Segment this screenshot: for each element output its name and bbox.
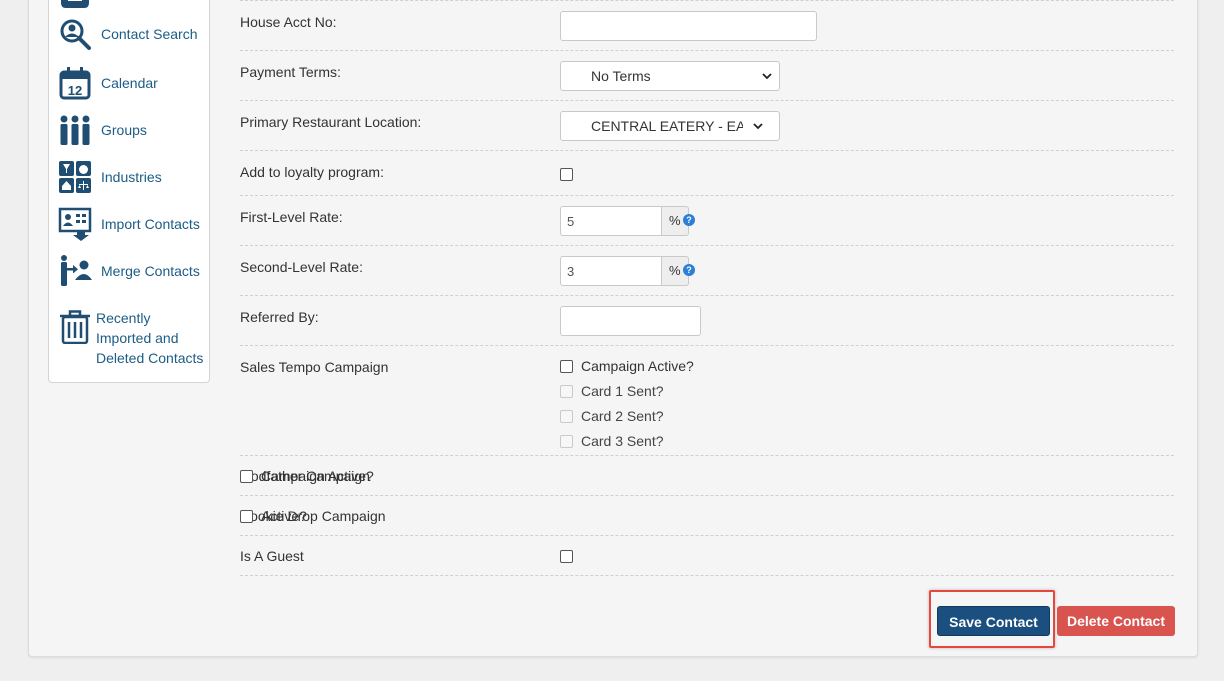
guest-label: Is A Guest — [240, 548, 304, 564]
loyalty-checkbox[interactable] — [560, 168, 573, 181]
chevron-down-icon — [761, 62, 773, 90]
sidebar-item-label: Industries — [101, 169, 162, 185]
payment-terms-value: No Terms — [591, 68, 651, 84]
second-level-rate-group: % ? — [560, 256, 695, 286]
form-row-payment-terms: Payment Terms: No Terms — [240, 51, 1174, 101]
second-level-rate-label: Second-Level Rate: — [240, 259, 363, 275]
sales-tempo-card1-sent: Card 1 Sent? — [560, 383, 664, 399]
option-label: Card 2 Sent? — [581, 408, 664, 424]
label-line: Deleted Contacts — [96, 350, 204, 366]
primary-location-label: Primary Restaurant Location: — [240, 114, 422, 130]
form-row-second-level-rate: Second-Level Rate: % ? — [240, 246, 1174, 296]
sidebar: Contact Search 12 Calendar Groups Indust… — [48, 0, 210, 383]
form-row-guest: Is A Guest — [240, 536, 1174, 576]
first-level-rate-label: First-Level Rate: — [240, 209, 343, 225]
label-line: Recently — [96, 310, 151, 326]
calendar-icon: 12 — [58, 66, 92, 100]
sidebar-item-label: Calendar — [101, 75, 158, 91]
sidebar-item-groups[interactable]: Groups — [58, 113, 147, 147]
sales-tempo-label: Sales Tempo Campaign — [240, 359, 389, 375]
house-acct-input[interactable] — [560, 11, 817, 41]
chevron-down-icon — [743, 112, 773, 140]
sidebar-item-contact-search[interactable]: Contact Search — [58, 17, 198, 51]
checkbox-disabled — [560, 434, 573, 448]
option-label: Campaign Active? — [581, 358, 694, 374]
option-label: Card 1 Sent? — [581, 383, 664, 399]
help-icon[interactable]: ? — [683, 264, 695, 276]
checkbox-disabled — [560, 409, 573, 423]
sidebar-item-label: Import Contacts — [101, 216, 200, 232]
group-people-icon — [58, 113, 92, 147]
checkbox[interactable] — [560, 359, 573, 373]
sidebar-item-calendar[interactable]: 12 Calendar — [58, 66, 158, 100]
form-row-sales-tempo: Sales Tempo Campaign Campaign Active? Ca… — [240, 346, 1174, 456]
form-row-cookie-drop: Cookie Drop Campaign Active? — [240, 496, 1174, 536]
import-contacts-icon — [58, 207, 92, 241]
industries-icon — [58, 160, 92, 194]
sales-tempo-card2-sent: Card 2 Sent? — [560, 408, 664, 424]
godfather-campaign-active[interactable]: Campaign Active? — [240, 468, 374, 484]
house-acct-label: House Acct No: — [240, 14, 337, 30]
primary-location-select[interactable]: CENTRAL EATERY - EAST — [560, 111, 780, 141]
loyalty-label: Add to loyalty program: — [240, 164, 384, 180]
guest-checkbox[interactable] — [560, 550, 573, 563]
delete-contact-button[interactable]: Delete Contact — [1057, 606, 1175, 636]
sidebar-item-label: Groups — [101, 122, 147, 138]
sidebar-item-industries[interactable]: Industries — [58, 160, 162, 194]
merge-contacts-icon — [58, 254, 92, 288]
sidebar-item-label: Contact Search — [101, 26, 198, 42]
checkbox[interactable] — [240, 469, 253, 483]
form-row-primary-location: Primary Restaurant Location: CENTRAL EAT… — [240, 101, 1174, 151]
magnifier-person-icon — [58, 17, 92, 51]
sales-tempo-card3-sent: Card 3 Sent? — [560, 433, 664, 449]
form-row-house-acct: House Acct No: — [240, 0, 1174, 51]
sales-tempo-options: Campaign Active? Card 1 Sent? Card 2 Sen… — [560, 346, 860, 455]
option-label: Active? — [261, 508, 307, 524]
sidebar-item-import-contacts[interactable]: Import Contacts — [58, 207, 200, 241]
payment-terms-label: Payment Terms: — [240, 64, 341, 80]
sidebar-item-merge-contacts[interactable]: Merge Contacts — [58, 254, 200, 288]
svg-text:12: 12 — [68, 83, 82, 98]
sidebar-item-recently-imported-deleted[interactable]: Recently Imported and Deleted Contacts — [58, 308, 203, 368]
form-row-godfather: Godfather Campaign Campaign Active? — [240, 456, 1174, 496]
sidebar-item-label: Merge Contacts — [101, 263, 200, 279]
option-label: Card 3 Sent? — [581, 433, 664, 449]
trash-icon — [58, 310, 92, 344]
form-row-loyalty: Add to loyalty program: — [240, 151, 1174, 196]
primary-location-value: CENTRAL EATERY - EAST — [591, 118, 764, 134]
help-icon[interactable]: ? — [683, 214, 695, 226]
checkbox-disabled — [560, 384, 573, 398]
first-level-rate-group: % ? — [560, 206, 695, 236]
cut-off-icon — [59, 0, 91, 9]
referred-by-input[interactable] — [560, 306, 701, 336]
sidebar-item-label: Recently Imported and Deleted Contacts — [96, 308, 203, 368]
form-row-referred-by: Referred By: — [240, 296, 1174, 346]
save-contact-button[interactable]: Save Contact — [937, 606, 1050, 636]
referred-by-label: Referred By: — [240, 309, 319, 325]
cookie-drop-active[interactable]: Active? — [240, 508, 307, 524]
option-label: Campaign Active? — [261, 468, 374, 484]
checkbox[interactable] — [240, 509, 253, 523]
sales-tempo-campaign-active[interactable]: Campaign Active? — [560, 358, 694, 374]
form-row-first-level-rate: First-Level Rate: % ? — [240, 196, 1174, 246]
payment-terms-select[interactable]: No Terms — [560, 61, 780, 91]
first-level-rate-input[interactable] — [560, 206, 662, 236]
second-level-rate-input[interactable] — [560, 256, 662, 286]
label-line: Imported and — [96, 330, 179, 346]
